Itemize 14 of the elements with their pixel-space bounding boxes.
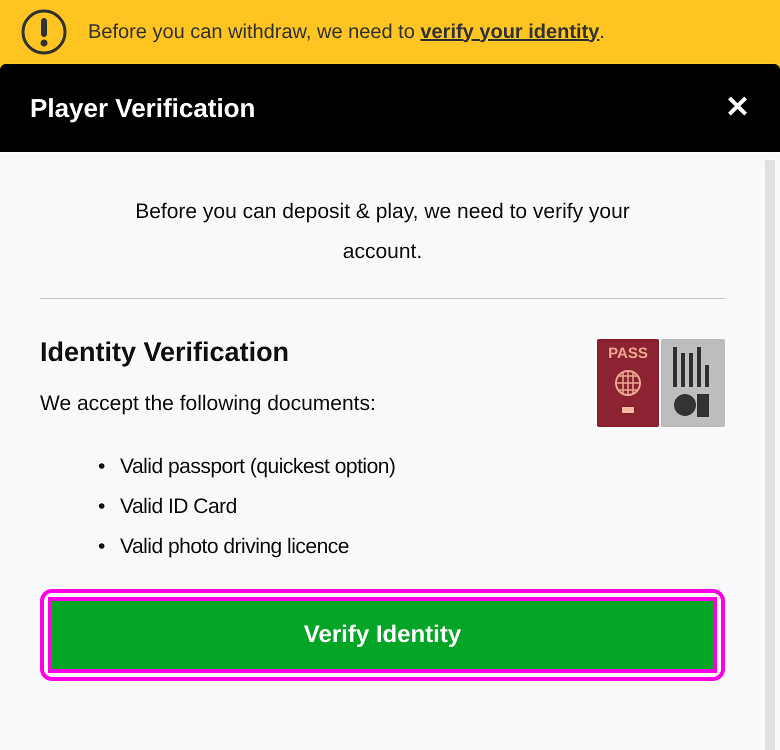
scrollbar[interactable] bbox=[765, 160, 775, 750]
intro-text: Before you can deposit & play, we need to verify your account. bbox=[134, 199, 631, 265]
dialog-title: Player Verification bbox=[30, 92, 256, 124]
document-item: Valid ID Card bbox=[120, 494, 237, 520]
documents-lead: We accept the following documents: bbox=[40, 392, 376, 416]
document-item: Valid photo driving licence bbox=[120, 534, 349, 560]
bullet: • bbox=[98, 494, 106, 520]
document-item: Valid passport (quickest option) bbox=[120, 454, 396, 480]
section-heading: Identity Verification bbox=[40, 337, 290, 368]
banner-message: Before you can withdraw, we need to verify your identity. bbox=[88, 20, 605, 44]
warning-icon bbox=[20, 8, 68, 56]
close-button[interactable]: ✕ bbox=[725, 93, 750, 123]
bullet: • bbox=[98, 534, 106, 560]
bullet: • bbox=[98, 454, 106, 480]
